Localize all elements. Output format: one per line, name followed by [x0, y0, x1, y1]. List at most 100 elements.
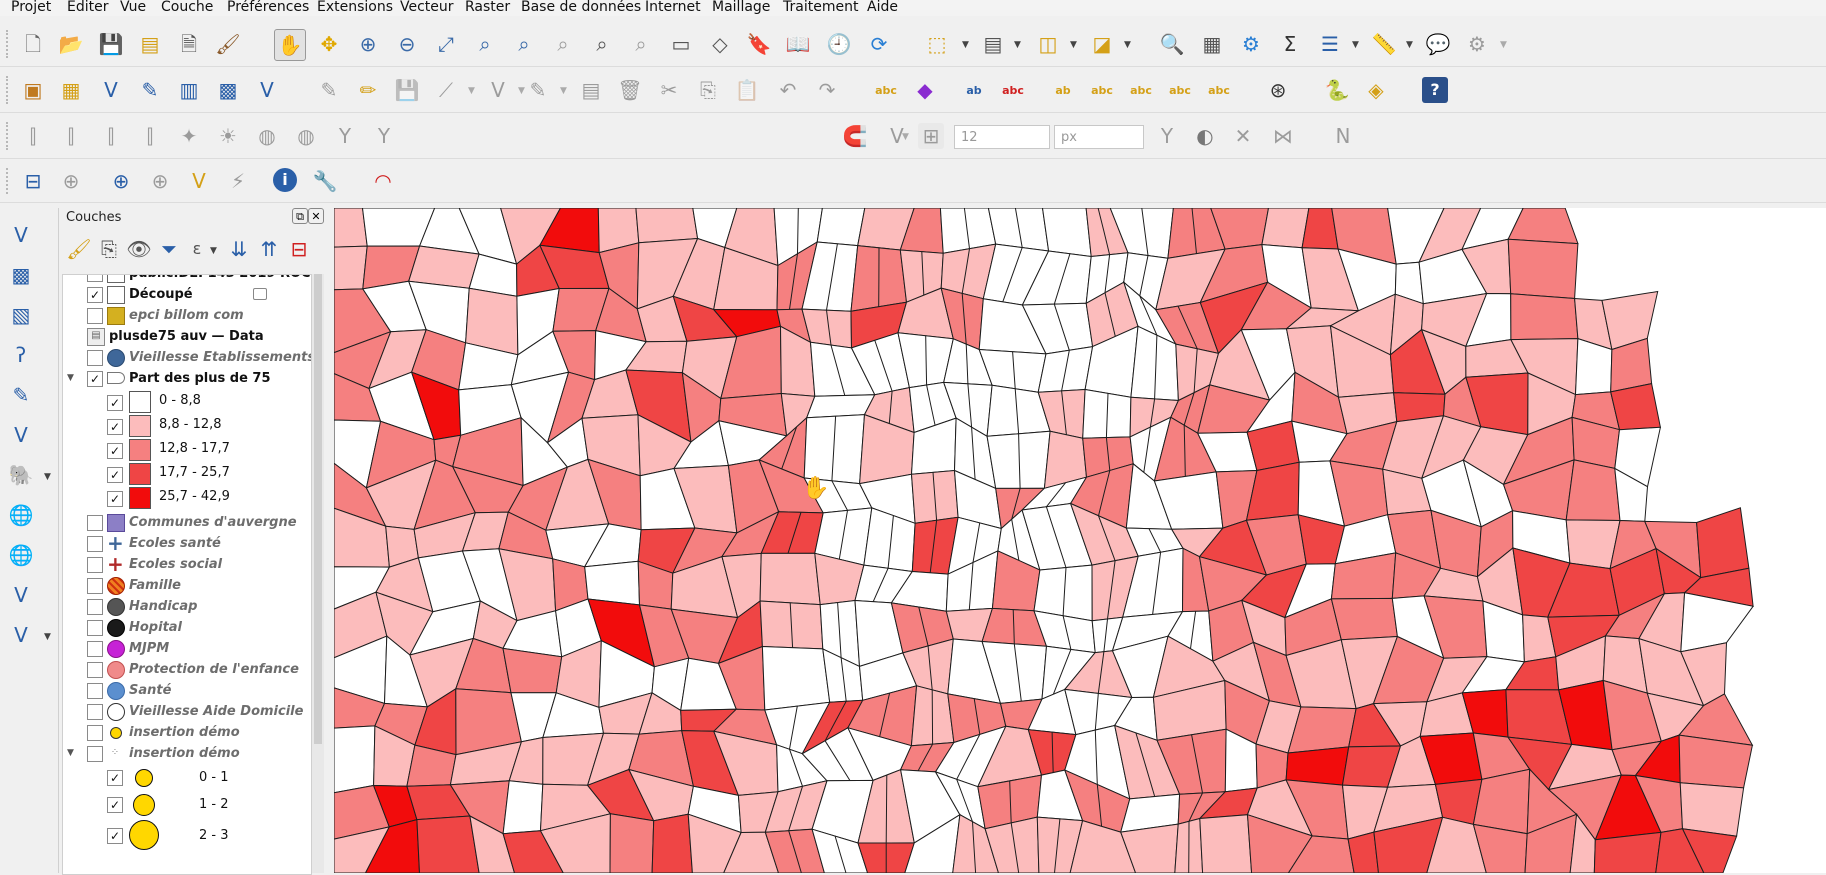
toolbar-grip[interactable] [6, 122, 12, 150]
new-3d-view-icon[interactable]: ◇ [707, 31, 733, 57]
class-checkbox[interactable]: ✓ [107, 770, 123, 786]
georeferencer-icon[interactable]: ⊕ [108, 168, 134, 194]
layer-item[interactable]: epci billom com [63, 305, 311, 326]
toolbar-grip[interactable] [6, 168, 12, 194]
layer-checkbox[interactable] [87, 662, 103, 678]
select-by-value-icon[interactable]: ▤ [980, 31, 1006, 57]
chevron-down-icon[interactable]: ▼ [44, 472, 51, 482]
toggle-editing-icon[interactable]: ✏ [355, 77, 381, 103]
avoid-overlap-icon[interactable]: ◐ [1192, 123, 1218, 149]
chevron-down-icon[interactable]: ▼ [1124, 40, 1131, 50]
layer-checkbox[interactable] [87, 704, 103, 720]
layer-checkbox[interactable] [87, 557, 103, 573]
open-project-icon[interactable]: 📂 [58, 31, 84, 57]
layer-item[interactable]: public.DEP143 2019 ROC [63, 274, 311, 284]
diagram-icon[interactable]: ◆ [912, 77, 938, 103]
chevron-down-icon[interactable]: ▼ [1014, 40, 1021, 50]
remove-layer-icon[interactable]: ⊟ [286, 236, 312, 262]
add-delimited-text-icon[interactable]: ✎ [137, 77, 163, 103]
class-checkbox[interactable]: ✓ [107, 467, 123, 483]
menu-preferences[interactable]: Préférences [227, 0, 309, 15]
rotate-label-icon[interactable]: abc [1167, 77, 1193, 103]
chevron-down-icon[interactable]: ▼ [1070, 40, 1077, 50]
python-console-icon[interactable]: 🐍 [1324, 77, 1350, 103]
tools-icon[interactable]: 🔧 [312, 168, 338, 194]
undo-icon[interactable]: ↶ [775, 77, 801, 103]
layer-checkbox[interactable]: ✓ [87, 287, 103, 303]
metasearch-icon[interactable]: ⊛ [1265, 77, 1291, 103]
select-location-icon[interactable]: ◪ [1089, 31, 1115, 57]
zoom-full-icon[interactable]: ⤢ [433, 31, 459, 57]
info-icon[interactable]: i [273, 168, 297, 192]
legend-class-item[interactable]: ✓ 1 - 2 [63, 791, 311, 818]
chevron-down-icon[interactable]: ▼ [902, 132, 909, 142]
chevron-down-icon[interactable]: ▼ [1500, 40, 1507, 50]
topology-icon[interactable]: N [1330, 123, 1356, 149]
snap-intersection-icon[interactable]: Y [1154, 123, 1180, 149]
map-canvas[interactable]: ✋ [334, 208, 1826, 873]
class-checkbox[interactable]: ✓ [107, 395, 123, 411]
layout-manager-icon[interactable]: 🗎 [176, 31, 202, 57]
redo-icon[interactable]: ↷ [814, 77, 840, 103]
layer-item[interactable]: Protection de l'enfance [63, 659, 311, 680]
add-mssql-icon[interactable]: 🐘 [8, 462, 34, 488]
add-vector-icon[interactable]: V [8, 222, 34, 248]
new-bookmark-icon[interactable]: 🔖 [746, 31, 772, 57]
chevron-down-icon[interactable]: ▼ [468, 86, 475, 96]
add-raster-icon[interactable]: ▩ [8, 262, 34, 288]
toolbar-grip[interactable] [6, 76, 12, 104]
menu-extensions[interactable]: Extensions [317, 0, 393, 15]
class-checkbox[interactable]: ✓ [107, 491, 123, 507]
help-icon[interactable]: ? [1422, 77, 1448, 103]
float-panel-icon[interactable]: ⧉ [292, 208, 308, 224]
temporal-controller-icon[interactable]: 🕘 [826, 31, 852, 57]
align-right-icon[interactable]: ⫿ [137, 123, 163, 149]
refresh-icon[interactable]: ⟳ [866, 31, 892, 57]
vertex-y2-icon[interactable]: Y [371, 123, 397, 149]
style-manager-icon[interactable]: 🖌 [215, 31, 241, 57]
legend-class-item[interactable]: ✓ 12,8 - 17,7 [63, 437, 311, 461]
menu-editer[interactable]: Éditer [67, 0, 108, 15]
layer-item[interactable]: Vieillesse Aide Domicile [63, 701, 311, 722]
map-tips-icon[interactable]: 💬 [1425, 31, 1451, 57]
deselect-all-icon[interactable]: ◫ [1035, 31, 1061, 57]
menu-vecteur[interactable]: Vecteur [400, 0, 454, 15]
layer-item[interactable]: ▤ plusde75 auv — Data [63, 326, 311, 347]
legend-class-item[interactable]: ✓ 2 - 3 [63, 818, 311, 852]
measure-line-icon[interactable]: 📏 [1371, 31, 1397, 57]
layer-checkbox[interactable] [87, 599, 103, 615]
layer-item[interactable]: + Ecoles santé [63, 533, 311, 554]
legend-class-item[interactable]: ✓ 8,8 - 12,8 [63, 413, 311, 437]
vertex-tool-icon[interactable]: V [485, 77, 511, 103]
layer-item[interactable]: ▼ ⁘ insertion démo [63, 743, 311, 764]
menu-traitement[interactable]: Traitement [783, 0, 858, 15]
show-hide-labels-icon[interactable]: abc [1089, 77, 1115, 103]
zoom-out-icon[interactable]: ⊖ [394, 31, 420, 57]
snap-tolerance-input[interactable]: 12 [954, 125, 1050, 149]
layer-checkbox[interactable] [87, 725, 103, 741]
plugin-icon[interactable]: ◈ [1363, 77, 1389, 103]
layer-item[interactable]: Hopital [63, 617, 311, 638]
chevron-down-icon[interactable]: ▼ [962, 40, 969, 50]
chevron-down-icon[interactable]: ▼ [210, 246, 217, 256]
layer-checkbox[interactable] [87, 536, 103, 552]
snap-unit-select[interactable]: px [1054, 125, 1144, 149]
gps-icon[interactable]: ⊟ [20, 168, 46, 194]
copy-features-icon[interactable]: ⎘ [695, 77, 721, 103]
save-layer-edits-icon[interactable]: 💾 [394, 77, 420, 103]
align-icon[interactable]: ⫿ [20, 123, 46, 149]
attribute-table-icon[interactable]: ▦ [1199, 31, 1225, 57]
data-source-manager-icon[interactable]: ▣ [20, 77, 46, 103]
chevron-down-icon[interactable]: ▼ [518, 86, 525, 96]
add-wms-icon[interactable]: 🌐 [8, 502, 34, 528]
layer-item[interactable]: insertion démo [63, 722, 311, 743]
new-geopackage-layer-icon[interactable]: ▦ [58, 77, 84, 103]
identify-features-icon[interactable]: 🔍 [1159, 31, 1185, 57]
layer-item[interactable]: Communes d'auvergne [63, 512, 311, 533]
paste-features-icon[interactable]: 📋 [734, 77, 760, 103]
layer-checkbox[interactable] [87, 308, 103, 324]
vertex-y-icon[interactable]: Y [332, 123, 358, 149]
new-print-layout-icon[interactable]: ▤ [137, 31, 163, 57]
pan-to-selection-icon[interactable]: ✥ [316, 31, 342, 57]
layer-item[interactable]: + Ecoles social [63, 554, 311, 575]
